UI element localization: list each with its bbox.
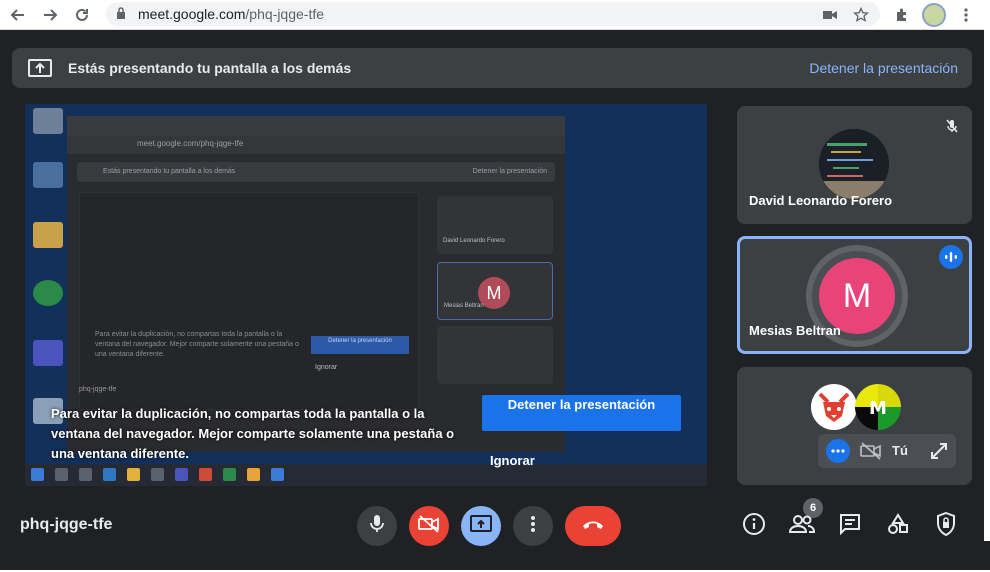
presenting-banner: Estás presentando tu pantalla a los demá… <box>12 48 972 88</box>
participant-name: Mesias Beltran <box>749 323 841 338</box>
app-icon <box>199 468 212 481</box>
camera-off-icon <box>418 514 440 538</box>
ignore-button[interactable]: Ignorar <box>490 453 535 468</box>
more-icon <box>531 515 535 537</box>
present-screen-icon <box>470 514 492 538</box>
address-bar[interactable]: meet.google.com/phq-jqge-tfe <box>106 2 880 26</box>
badge-avatar-icon: M <box>855 384 901 435</box>
duplication-notice-text: Para evitar la duplicación, no compartas… <box>51 406 455 461</box>
leave-call-button[interactable] <box>565 506 621 546</box>
host-controls-button[interactable] <box>931 511 961 541</box>
meeting-details-button[interactable] <box>739 511 769 541</box>
chrome-icon <box>247 468 260 481</box>
audio-wave-icon <box>939 245 963 269</box>
menu-icon[interactable] <box>956 5 976 25</box>
extensions-icon[interactable] <box>892 5 912 25</box>
app-icon <box>271 468 284 481</box>
app-icon <box>223 468 236 481</box>
activities-icon <box>887 512 909 540</box>
task-view-icon <box>79 468 92 481</box>
desktop-icon <box>33 222 63 248</box>
meeting-code: phq-jqge-tfe <box>20 516 113 533</box>
participant-tile-mesias[interactable]: M Mesias Beltran <box>737 236 972 354</box>
search-icon <box>55 468 68 481</box>
expand-icon[interactable] <box>930 442 948 465</box>
end-call-icon <box>581 517 605 535</box>
window-edge <box>984 0 990 541</box>
url-text: meet.google.com/phq-jqge-tfe <box>138 6 325 22</box>
lock-icon <box>116 7 126 25</box>
mic-off-icon <box>940 114 964 138</box>
mirrored-stop-button: Detener la presentación <box>311 336 409 354</box>
start-icon <box>31 468 44 481</box>
app-icon <box>175 468 188 481</box>
fox-avatar-icon <box>811 384 857 435</box>
present-button[interactable] <box>461 506 501 546</box>
people-icon <box>788 514 816 539</box>
desktop-icon <box>33 340 63 366</box>
participant-tile-david[interactable]: David Leonardo Forero <box>737 106 972 224</box>
mirrored-code: phq-jqge-tfe <box>79 386 117 393</box>
store-icon <box>151 468 164 481</box>
meet-stage: Estás presentando tu pantalla a los demá… <box>0 31 990 572</box>
participant-name: David Leonardo Forero <box>749 193 893 208</box>
desktop-icon <box>33 162 63 188</box>
camera-icon[interactable] <box>820 5 840 25</box>
participant-tile-you[interactable]: M Tú <box>737 367 972 485</box>
profile-avatar[interactable] <box>922 3 946 27</box>
camera-button[interactable] <box>409 506 449 546</box>
activities-button[interactable] <box>883 511 913 541</box>
mic-button[interactable] <box>357 506 397 546</box>
shared-screen: meet.google.com/phq-jqge-tfe Estás prese… <box>25 104 707 486</box>
reload-icon[interactable] <box>72 5 92 25</box>
mirrored-ignore: Ignorar <box>315 364 338 371</box>
info-icon <box>742 512 766 541</box>
self-tile-controls: Tú <box>818 434 956 468</box>
stop-presenting-button[interactable]: Detener la presentación <box>482 395 681 431</box>
host-controls-icon <box>936 511 956 541</box>
star-icon[interactable] <box>851 5 871 25</box>
mirrored-notice: Para evitar la duplicación, no compartas… <box>95 331 299 358</box>
forward-icon[interactable] <box>40 5 60 25</box>
people-button[interactable] <box>787 511 817 541</box>
more-options-button[interactable] <box>513 506 553 546</box>
folder-icon <box>127 468 140 481</box>
stop-presenting-link[interactable]: Detener la presentación <box>809 60 958 76</box>
browser-toolbar: meet.google.com/phq-jqge-tfe <box>0 0 990 30</box>
more-icon[interactable] <box>826 439 850 463</box>
mic-icon <box>369 514 385 539</box>
back-icon[interactable] <box>8 5 28 25</box>
you-label: Tú <box>892 443 908 458</box>
desktop-icon <box>33 280 63 306</box>
desktop-icon <box>33 108 63 134</box>
chat-icon <box>839 513 861 540</box>
present-icon <box>28 58 52 83</box>
presenting-message: Estás presentando tu pantalla a los demá… <box>68 60 352 76</box>
camera-off-icon[interactable] <box>860 442 882 465</box>
svg-text:M: M <box>869 398 887 419</box>
taskbar <box>25 464 707 486</box>
avatar <box>819 129 889 199</box>
chat-button[interactable] <box>835 511 865 541</box>
edge-icon <box>103 468 116 481</box>
